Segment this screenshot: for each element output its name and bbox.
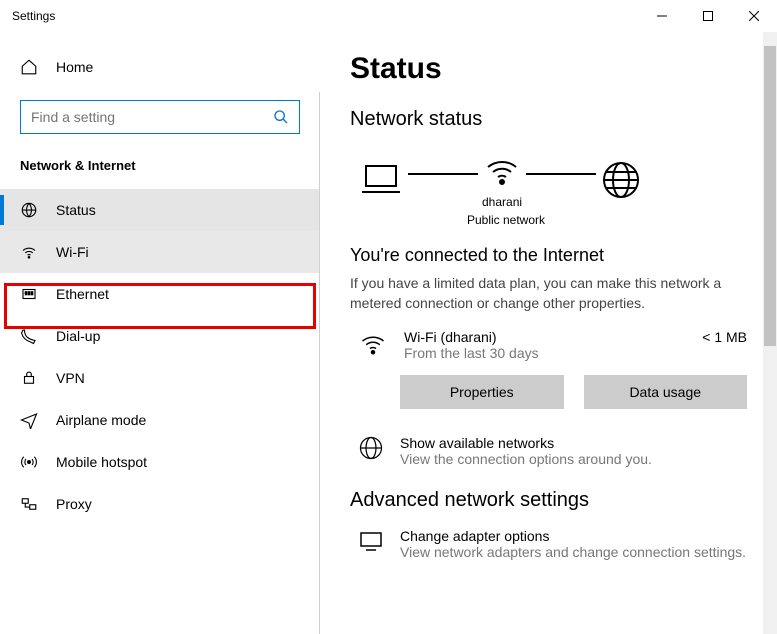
- airplane-icon: [20, 411, 38, 429]
- proxy-icon: [20, 495, 38, 513]
- window-title: Settings: [12, 9, 55, 23]
- show-networks-desc: View the connection options around you.: [400, 451, 652, 467]
- sidebar-item-ethernet[interactable]: Ethernet: [0, 273, 320, 315]
- connection-period: From the last 30 days: [404, 345, 686, 361]
- sidebar-item-wifi[interactable]: Wi-Fi: [0, 231, 320, 273]
- adapter-desc: View network adapters and change connect…: [400, 544, 746, 560]
- globe-icon: [600, 159, 642, 201]
- sidebar-label: Status: [56, 202, 96, 218]
- sidebar-label: Ethernet: [56, 286, 109, 302]
- scrollbar-track[interactable]: [763, 32, 777, 634]
- network-diagram: dharani: [350, 151, 747, 209]
- sidebar-label: Dial-up: [56, 328, 100, 344]
- active-connection-row: Wi-Fi (dharani) From the last 30 days < …: [350, 329, 747, 361]
- dialup-icon: [20, 327, 38, 345]
- adapter-icon: [358, 528, 384, 554]
- advanced-settings-title: Advanced network settings: [350, 489, 747, 512]
- vpn-icon: [20, 369, 38, 387]
- show-networks-row[interactable]: Show available networks View the connect…: [350, 435, 747, 467]
- adapter-title: Change adapter options: [400, 528, 746, 544]
- titlebar: Settings: [0, 0, 777, 32]
- connected-title: You're connected to the Internet: [350, 245, 747, 266]
- sidebar-label: Wi-Fi: [56, 244, 89, 260]
- diagram-network-name: dharani: [482, 195, 522, 209]
- sidebar-item-airplane[interactable]: Airplane mode: [0, 399, 320, 441]
- connection-usage: < 1 MB: [702, 329, 747, 345]
- close-button[interactable]: [731, 0, 777, 32]
- search-input[interactable]: [31, 109, 273, 125]
- sidebar-item-status[interactable]: Status: [0, 189, 320, 231]
- sidebar-label: VPN: [56, 370, 85, 386]
- sidebar-label: Proxy: [56, 496, 92, 512]
- ethernet-icon: [20, 285, 38, 303]
- scrollbar-thumb[interactable]: [764, 46, 776, 346]
- hotspot-icon: [20, 453, 38, 471]
- minimize-button[interactable]: [639, 0, 685, 32]
- laptop-icon: [358, 160, 404, 200]
- category-title: Network & Internet: [0, 158, 320, 173]
- wifi-icon: [20, 243, 38, 261]
- adapter-options-row[interactable]: Change adapter options View network adap…: [350, 528, 747, 560]
- connection-name: Wi-Fi (dharani): [404, 329, 686, 345]
- show-networks-title: Show available networks: [400, 435, 652, 451]
- wifi-connection-icon: [358, 329, 388, 359]
- diagram-network-type: Public network: [456, 213, 556, 227]
- wifi-diagram-icon: [482, 151, 522, 191]
- search-input-container[interactable]: [20, 100, 300, 134]
- sidebar-label: Mobile hotspot: [56, 454, 147, 470]
- properties-button[interactable]: Properties: [400, 375, 564, 409]
- sidebar: Home Network & Internet Status Wi-Fi: [0, 32, 320, 634]
- sidebar-home[interactable]: Home: [0, 52, 320, 82]
- main-pane: Status Network status dharani: [320, 32, 777, 634]
- sidebar-item-vpn[interactable]: VPN: [0, 357, 320, 399]
- status-icon: [20, 201, 38, 219]
- home-icon: [20, 58, 38, 76]
- sidebar-item-proxy[interactable]: Proxy: [0, 483, 320, 525]
- search-icon: [273, 109, 289, 125]
- page-title: Status: [350, 52, 747, 86]
- network-status-title: Network status: [350, 108, 747, 131]
- data-usage-button[interactable]: Data usage: [584, 375, 748, 409]
- sidebar-label: Airplane mode: [56, 412, 146, 428]
- home-label: Home: [56, 59, 93, 75]
- globe-small-icon: [358, 435, 384, 461]
- connected-desc: If you have a limited data plan, you can…: [350, 274, 747, 313]
- sidebar-item-hotspot[interactable]: Mobile hotspot: [0, 441, 320, 483]
- sidebar-item-dialup[interactable]: Dial-up: [0, 315, 320, 357]
- maximize-button[interactable]: [685, 0, 731, 32]
